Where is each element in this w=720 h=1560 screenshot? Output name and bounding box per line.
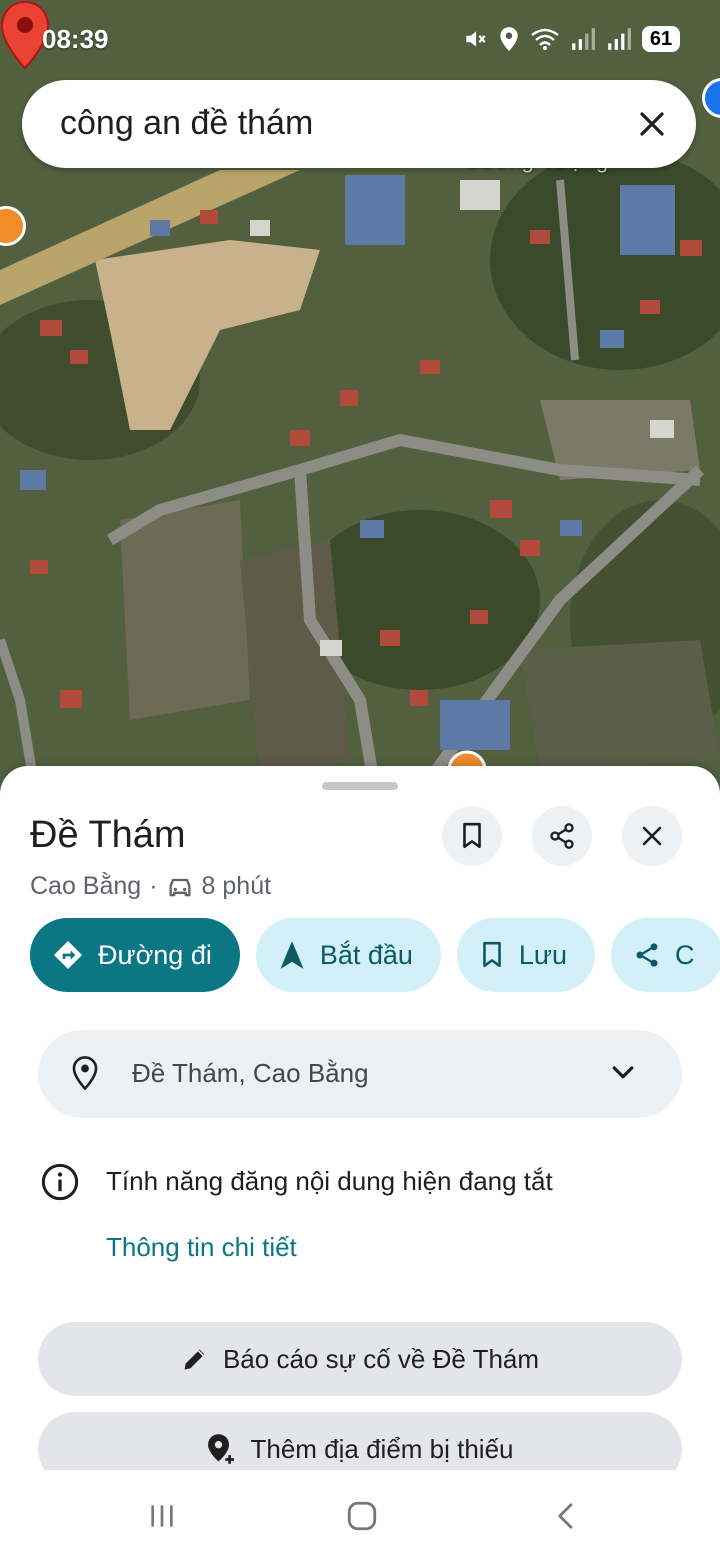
start-label: Bắt đầu — [319, 939, 413, 970]
details-link[interactable]: Thông tin chi tiết — [106, 1232, 297, 1263]
directions-label: Đường đi — [98, 939, 212, 970]
start-button[interactable]: Bắt đầu — [255, 918, 441, 992]
save-chip-button[interactable]: Lưu — [456, 918, 596, 992]
add-location-icon — [208, 1434, 235, 1464]
car-icon — [169, 878, 191, 896]
status-bar: 08:39 61 — [0, 0, 720, 80]
share-icon — [636, 943, 658, 967]
place-title: Đề Thám — [30, 814, 186, 856]
system-nav-bar — [0, 1470, 720, 1560]
report-issue-label: Báo cáo sự cố về Đề Thám — [222, 1343, 540, 1374]
address-text: Đề Thám, Cao Bằng — [132, 1058, 369, 1088]
drag-handle[interactable] — [322, 782, 398, 790]
signal-icon — [572, 28, 595, 50]
save-button[interactable] — [442, 806, 502, 866]
report-issue-button[interactable]: Báo cáo sự cố về Đề Thám — [38, 1322, 682, 1396]
place-bottom-sheet[interactable]: Đề Thám Cao Bằng · 8 phút Đường đi Bắt đ… — [0, 766, 720, 1560]
notice-text: Tính năng đăng nội dung hiện đang tắt — [106, 1166, 553, 1196]
wifi-icon — [531, 28, 559, 50]
share-label: C — [675, 939, 695, 970]
save-label: Lưu — [518, 939, 568, 970]
close-icon[interactable] — [628, 100, 676, 148]
search-input[interactable]: công an đề thám — [60, 104, 313, 143]
share-chip-button[interactable]: C — [611, 918, 720, 992]
location-pin-icon — [72, 1056, 98, 1090]
location-icon — [500, 27, 518, 51]
search-bar[interactable]: công an đề thám — [22, 80, 696, 168]
recents-icon[interactable] — [142, 1498, 182, 1534]
directions-icon — [54, 941, 82, 969]
notice-row: Tính năng đăng nội dung hiện đang tắt — [40, 1162, 680, 1202]
add-missing-place-label: Thêm địa điểm bị thiếu — [250, 1433, 514, 1464]
directions-button[interactable]: Đường đi — [30, 918, 240, 992]
back-icon[interactable] — [546, 1498, 586, 1534]
navigation-arrow-icon — [280, 941, 304, 969]
bookmark-icon — [463, 822, 481, 849]
close-icon — [642, 826, 662, 846]
share-icon — [550, 823, 574, 849]
place-subtitle: Cao Bằng · 8 phút — [30, 872, 271, 901]
signal-icon — [608, 28, 631, 50]
bookmark-icon — [483, 941, 501, 968]
separator: · — [149, 872, 158, 900]
close-sheet-button[interactable] — [622, 806, 682, 866]
home-icon[interactable] — [342, 1498, 382, 1534]
pencil-icon — [184, 1349, 205, 1370]
mute-icon — [466, 31, 486, 47]
action-chips: Đường đi Bắt đầu Lưu C — [30, 918, 720, 992]
info-icon — [41, 1163, 79, 1201]
chevron-down-icon[interactable] — [608, 1058, 638, 1088]
battery-icon: 61 — [642, 26, 680, 52]
share-button[interactable] — [532, 806, 592, 866]
place-region: Cao Bằng — [30, 872, 142, 900]
address-card[interactable]: Đề Thám, Cao Bằng — [38, 1030, 682, 1118]
status-time: 08:39 — [42, 24, 109, 54]
travel-time: 8 phút — [201, 872, 272, 900]
status-icons: 61 — [462, 26, 680, 52]
